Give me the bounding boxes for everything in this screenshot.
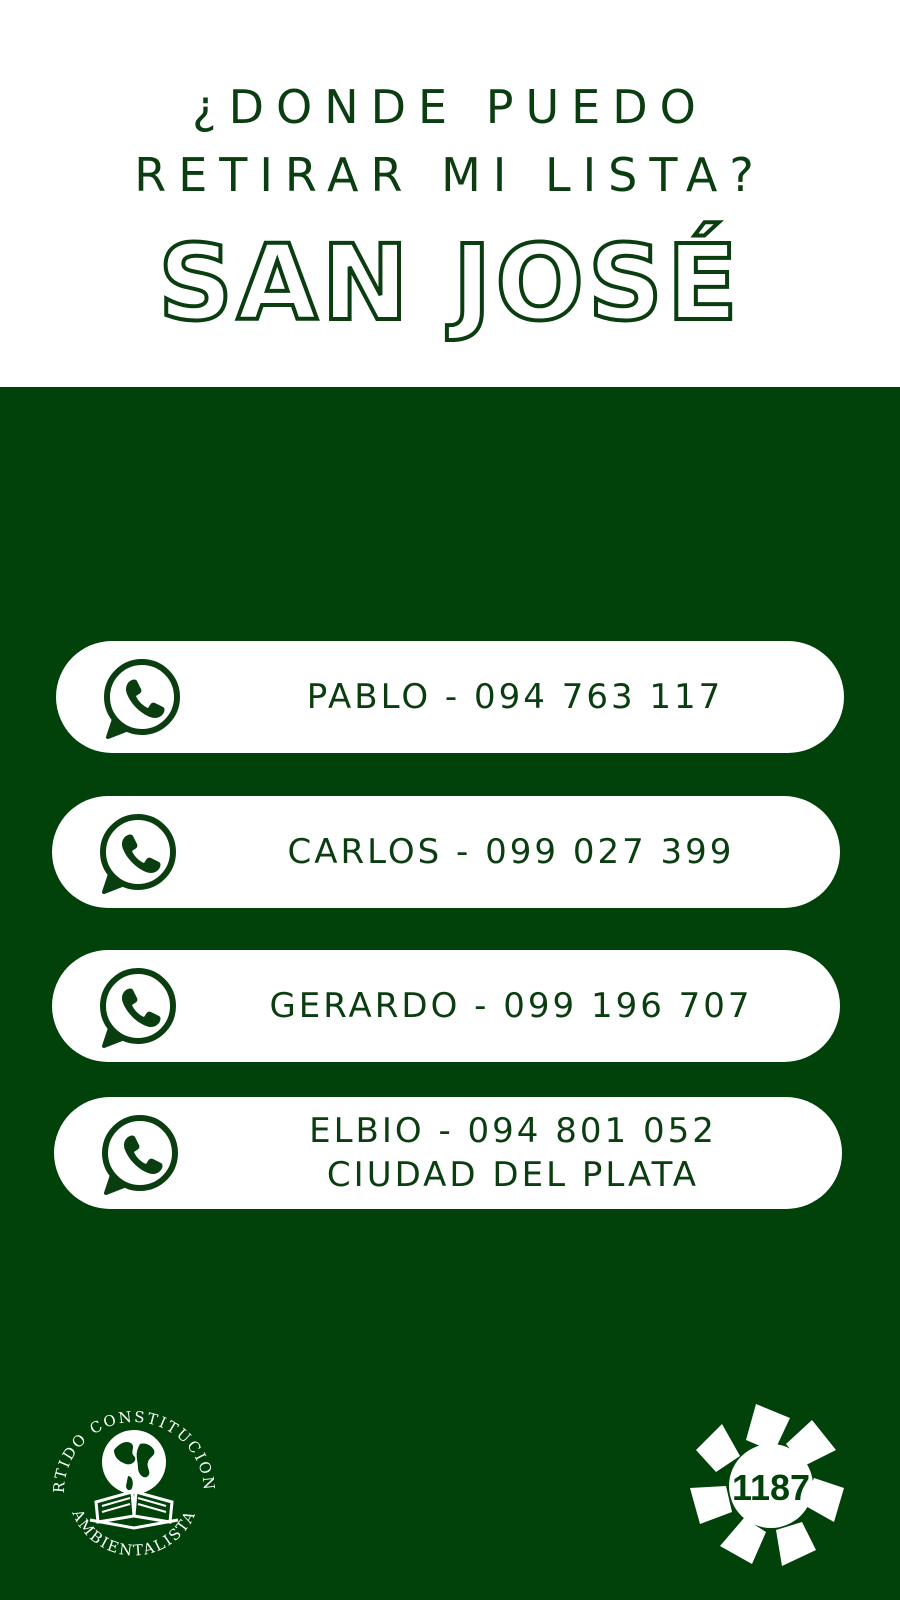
question-line-1: ¿DONDE PUEDO [192,80,708,134]
contact-gerardo[interactable]: GERARDO - 099 196 707 [52,950,840,1062]
party-seal-logo: PARTIDO CONSTITUCIONAL AMBIENTALISTA [44,1392,216,1560]
book-icon [89,1490,179,1530]
contact-carlos[interactable]: CARLOS - 099 027 399 [52,796,840,908]
contact-name-phone: GERARDO - 099 196 707 [269,986,753,1026]
whatsapp-icon [100,968,176,1048]
contact-location: CIUDAD DEL PLATA [326,1155,700,1195]
globe-icon [102,1430,166,1494]
contact-pablo[interactable]: PABLO - 094 763 117 [56,641,844,753]
whatsapp-icon [102,1115,178,1195]
whatsapp-icon [104,659,180,739]
header-section: ¿DONDE PUEDO RETIRAR MI LISTA? SAN JOSÉ [0,0,900,387]
contact-text: CARLOS - 099 027 399 [202,796,820,908]
contact-text: PABLO - 094 763 117 [206,641,824,753]
whatsapp-icon [100,814,176,894]
contact-text: ELBIO - 094 801 052 CIUDAD DEL PLATA [204,1097,822,1209]
city-title: SAN JOSÉ [156,220,742,346]
contact-name-phone: PABLO - 094 763 117 [306,677,724,717]
list-number: 1187 [732,1467,810,1508]
contact-name-phone: ELBIO - 094 801 052 [309,1111,717,1151]
question-line-2: RETIRAR MI LISTA? [134,148,766,202]
contact-elbio[interactable]: ELBIO - 094 801 052 CIUDAD DEL PLATA [54,1097,842,1209]
list-number-badge: 1187 [690,1404,844,1566]
contact-text: GERARDO - 099 196 707 [202,950,820,1062]
contact-name-phone: CARLOS - 099 027 399 [287,832,735,872]
